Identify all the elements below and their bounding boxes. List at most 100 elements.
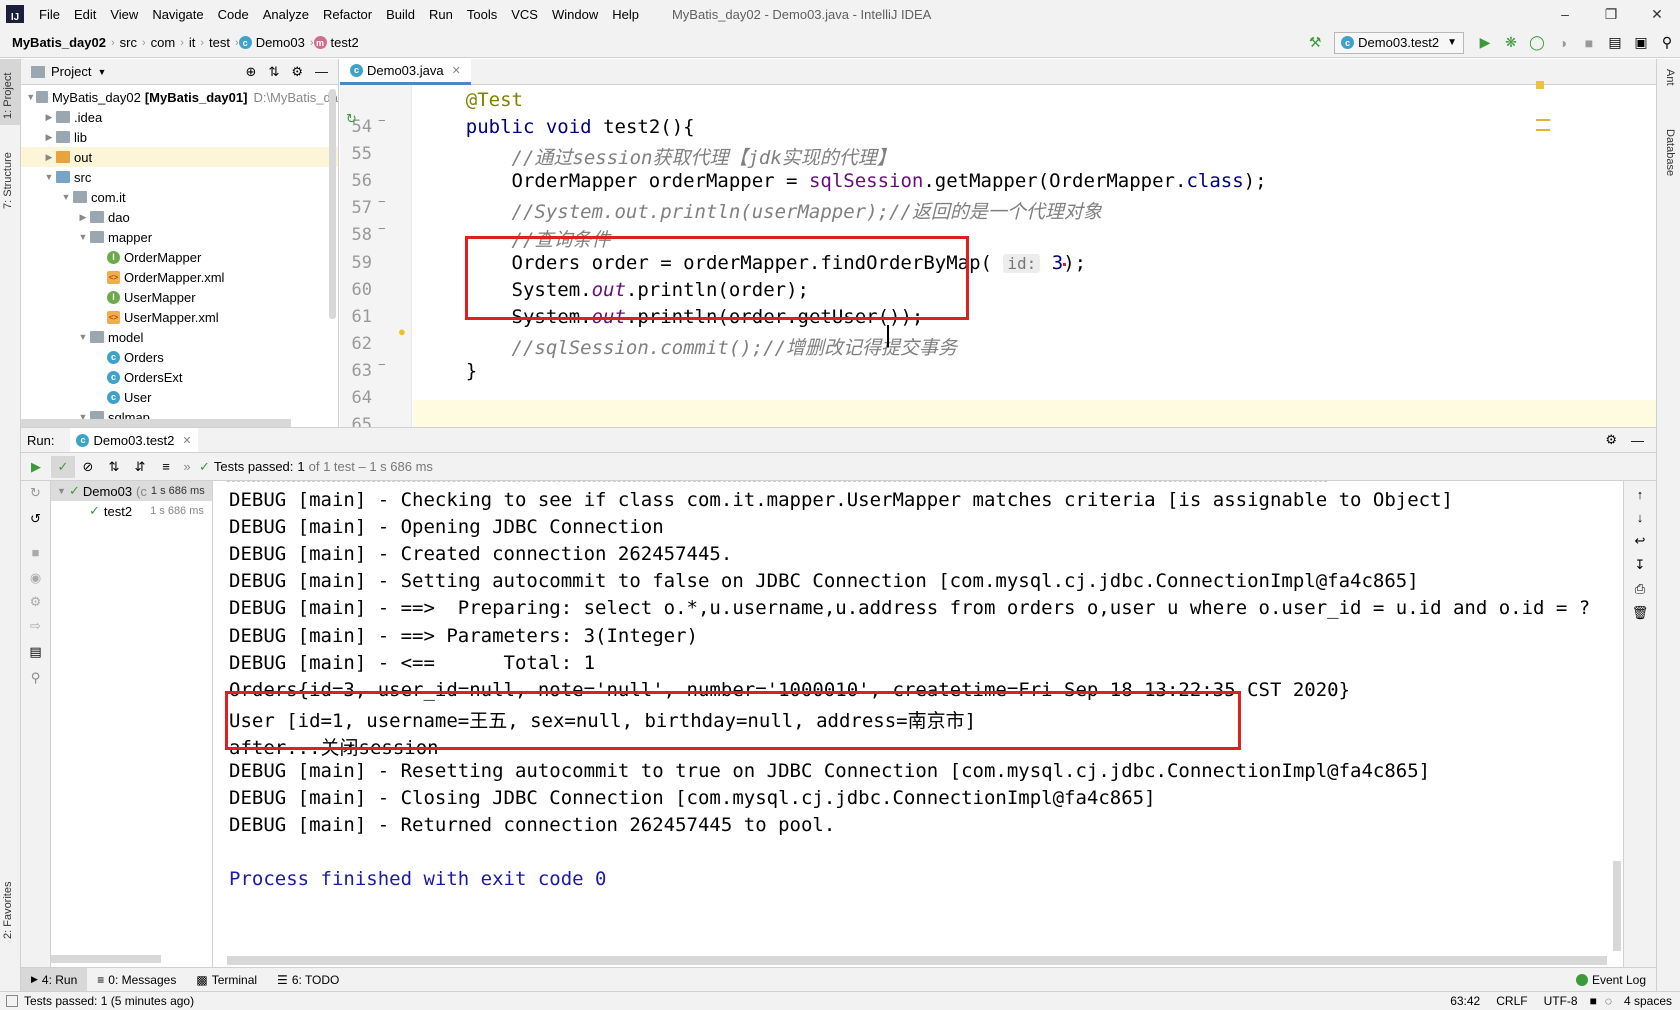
vertical-scrollbar[interactable] bbox=[1613, 861, 1621, 951]
tool-button-todo[interactable]: ☰ 6: TODO bbox=[267, 973, 349, 987]
menu-file[interactable]: File bbox=[32, 7, 67, 22]
hide-panel-icon[interactable]: — bbox=[1631, 433, 1644, 448]
tree-item[interactable]: <> OrderMapper.xml bbox=[21, 267, 338, 287]
gear-icon[interactable]: ⚙ bbox=[291, 64, 303, 80]
camera-icon[interactable]: ◉ bbox=[21, 570, 50, 586]
code-line[interactable]: //sqlSession.commit();//增删改记得提交事务 bbox=[420, 333, 958, 360]
chevron-right-icon[interactable]: ▶ bbox=[42, 152, 56, 163]
code-line[interactable]: public void test2(){ bbox=[420, 116, 695, 138]
menu-tools[interactable]: Tools bbox=[460, 7, 504, 22]
layout-icon[interactable]: ▤ bbox=[21, 644, 50, 660]
rerun-icon[interactable]: ▶ bbox=[21, 459, 51, 475]
chevron-down-icon[interactable]: ▼ bbox=[97, 67, 106, 77]
chevron-down-icon[interactable]: ▼ bbox=[25, 92, 36, 102]
show-ignored-icon[interactable]: ⊘ bbox=[75, 459, 101, 475]
expand-icon[interactable]: ≡ bbox=[153, 459, 179, 474]
chevron-right-icon[interactable]: ▶ bbox=[42, 132, 56, 143]
show-passed-icon[interactable]: ✓ bbox=[51, 455, 75, 478]
tree-item[interactable]: ▶ lib bbox=[21, 127, 338, 147]
tool-button-terminal[interactable]: ▩ Terminal bbox=[186, 973, 267, 987]
menu-code[interactable]: Code bbox=[211, 7, 256, 22]
run-tab[interactable]: c Demo03.test2 ✕ bbox=[70, 428, 198, 452]
coverage-icon[interactable]: ◯ bbox=[1524, 34, 1550, 51]
tree-item[interactable]: c User bbox=[21, 387, 338, 407]
settings-icon[interactable]: ⚙ bbox=[21, 594, 50, 610]
tree-item[interactable]: ▼ src bbox=[21, 167, 338, 187]
project-panel-title[interactable]: Project bbox=[51, 64, 91, 79]
code-line[interactable]: @Test bbox=[420, 89, 523, 111]
fold-icon[interactable]: − bbox=[378, 221, 386, 236]
chevron-down-icon[interactable]: ▼ bbox=[42, 172, 56, 182]
close-tab-icon[interactable]: ✕ bbox=[452, 64, 461, 77]
breadcrumb-src[interactable]: src bbox=[115, 35, 142, 50]
menu-build[interactable]: Build bbox=[379, 7, 422, 22]
menu-refactor[interactable]: Refactor bbox=[316, 7, 379, 22]
profile-icon[interactable]: ◑ bbox=[1550, 35, 1576, 51]
tree-item[interactable]: ▼ mapper bbox=[21, 227, 338, 247]
tool-tab-structure[interactable]: 7: Structure bbox=[2, 152, 14, 209]
stop-icon[interactable]: ■ bbox=[1576, 35, 1602, 51]
menu-vcs[interactable]: VCS bbox=[504, 7, 545, 22]
vertical-scrollbar[interactable] bbox=[329, 89, 336, 319]
menu-view[interactable]: View bbox=[103, 7, 145, 22]
sort-alpha-icon[interactable]: ⇅ bbox=[101, 459, 127, 475]
arrow-up-icon[interactable]: ↑ bbox=[1624, 487, 1656, 502]
close-icon[interactable]: ✕ bbox=[1634, 6, 1680, 23]
menu-analyze[interactable]: Analyze bbox=[256, 7, 316, 22]
breadcrumb-it[interactable]: it bbox=[184, 35, 201, 50]
horizontal-scrollbar[interactable] bbox=[51, 955, 161, 963]
breadcrumb-method[interactable]: test2 bbox=[331, 35, 364, 50]
menu-navigate[interactable]: Navigate bbox=[145, 7, 210, 22]
soft-wrap-icon[interactable]: ↩ bbox=[1624, 533, 1656, 549]
lightbulb-icon[interactable]: ● bbox=[398, 324, 406, 339]
run-icon[interactable]: ▶ bbox=[1472, 34, 1498, 51]
indent-setting[interactable]: 4 spaces bbox=[1616, 994, 1680, 1008]
close-tab-icon[interactable]: ✕ bbox=[182, 434, 191, 447]
chevron-right-icon[interactable]: ▶ bbox=[76, 212, 90, 223]
sort-duration-icon[interactable]: ⇵ bbox=[127, 459, 153, 475]
trash-icon[interactable]: 🗑 bbox=[1624, 605, 1656, 621]
code-line[interactable]: } bbox=[420, 360, 477, 382]
toggle-auto-test-icon[interactable]: ↺ bbox=[21, 511, 50, 527]
breadcrumb-com[interactable]: com bbox=[146, 35, 181, 50]
tool-tab-ant[interactable]: Ant bbox=[1664, 69, 1676, 86]
tool-button-messages[interactable]: ≡ 0: Messages bbox=[87, 973, 186, 987]
status-toggle-icon[interactable] bbox=[6, 995, 18, 1007]
tree-item[interactable]: <> UserMapper.xml bbox=[21, 307, 338, 327]
code-line[interactable]: OrderMapper orderMapper = sqlSession.get… bbox=[420, 170, 1267, 192]
fold-icon[interactable]: − bbox=[378, 357, 386, 372]
scroll-to-end-icon[interactable]: ↧ bbox=[1624, 557, 1656, 573]
breadcrumb-class[interactable]: Demo03 bbox=[256, 35, 310, 50]
import-icon[interactable]: ⇨ bbox=[21, 618, 50, 634]
tree-item[interactable]: ▼ MyBatis_day02 [MyBatis_day01] D:\MyBatis_… bbox=[21, 87, 338, 107]
chevron-right-icon[interactable]: ▶ bbox=[42, 112, 56, 123]
menu-edit[interactable]: Edit bbox=[67, 7, 103, 22]
tool-tab-database[interactable]: Database bbox=[1664, 129, 1676, 176]
tree-item[interactable]: I OrderMapper bbox=[21, 247, 338, 267]
breadcrumb-test[interactable]: test bbox=[204, 35, 235, 50]
rerun-failed-icon[interactable]: ↻ bbox=[21, 485, 50, 501]
tree-item[interactable]: ▶ dao bbox=[21, 207, 338, 227]
debug-icon[interactable]: ❋ bbox=[1498, 34, 1524, 51]
tool-tab-project[interactable]: 1: Project bbox=[2, 73, 14, 119]
tree-item[interactable]: I UserMapper bbox=[21, 287, 338, 307]
tool-button-event-log[interactable]: Event Log bbox=[1566, 973, 1656, 987]
layout-icon[interactable]: ▣ bbox=[1628, 34, 1654, 51]
console-output[interactable]: DEBUG [main] - Checking to see if class … bbox=[213, 481, 1623, 967]
code-line[interactable]: //通过session获取代理【jdk实现的代理】 bbox=[420, 143, 896, 170]
fold-icon[interactable]: − bbox=[378, 194, 386, 209]
stop-icon[interactable]: ■ bbox=[21, 545, 50, 560]
build-hammer-icon[interactable]: ⚒ bbox=[1302, 34, 1328, 51]
collapse-all-icon[interactable]: ⇅ bbox=[268, 64, 279, 80]
test-suite-row[interactable]: ▼ ✓ Demo03 (c 1 s 686 ms bbox=[51, 481, 212, 501]
gear-icon[interactable]: ⚙ bbox=[1605, 432, 1617, 448]
menu-run[interactable]: Run bbox=[422, 7, 460, 22]
horizontal-scrollbar[interactable] bbox=[227, 956, 1607, 965]
code-line[interactable]: //System.out.println(userMapper);//返回的是一… bbox=[420, 197, 1102, 224]
fold-icon[interactable]: − bbox=[378, 113, 386, 128]
line-separator[interactable]: CRLF bbox=[1488, 994, 1535, 1008]
run-configuration-select[interactable]: c Demo03.test2 ▼ bbox=[1334, 31, 1464, 54]
hide-panel-icon[interactable]: — bbox=[315, 64, 328, 79]
more-icon[interactable]: » bbox=[179, 459, 195, 474]
breadcrumb-project[interactable]: MyBatis_day02 bbox=[0, 35, 111, 50]
